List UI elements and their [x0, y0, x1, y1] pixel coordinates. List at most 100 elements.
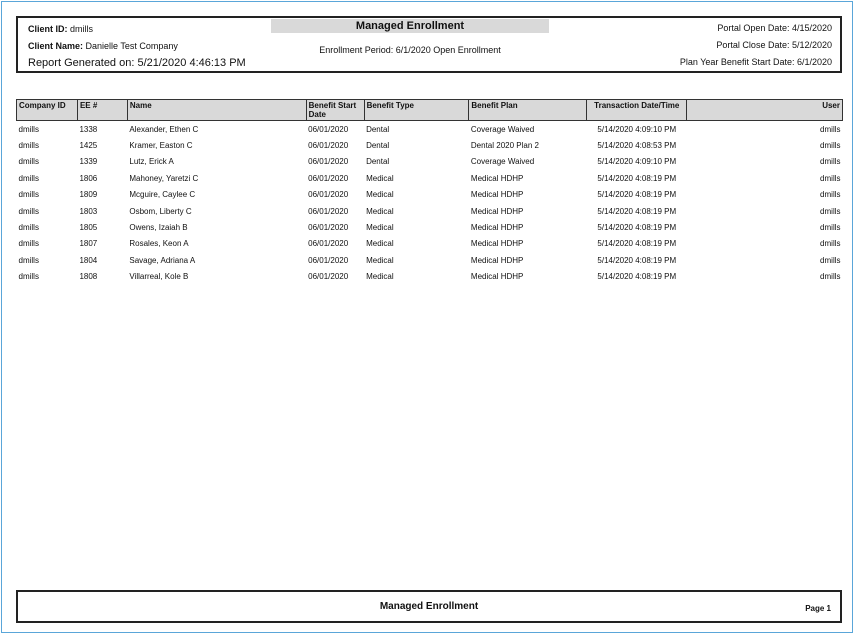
report-footer: Managed Enrollment Page 1 [16, 590, 842, 623]
cell-user: dmills [820, 173, 841, 183]
cell-company-id: dmills [18, 255, 39, 265]
cell-user: dmills [820, 272, 841, 282]
table-row: dmills 1805 Owens, Izaiah B 06/01/2020 M… [17, 219, 843, 235]
col-transaction-datetime[interactable]: Transaction Date/Time [586, 99, 688, 121]
cell-benefit-start-date: 06/01/2020 [308, 141, 349, 151]
report-page: Client ID: dmills Client Name: Danielle … [1, 1, 853, 633]
cell-name: Alexander, Ethen C [129, 124, 199, 134]
cell-user: dmills [820, 255, 841, 265]
cell-user: dmills [820, 239, 841, 249]
portal-open-date: Portal Open Date: 4/15/2020 [717, 23, 832, 33]
table-row: dmills 1808 Villarreal, Kole B 06/01/202… [17, 269, 843, 285]
cell-benefit-plan: Medical HDHP [470, 239, 524, 249]
table-row: dmills 1339 Lutz, Erick A 06/01/2020 Den… [17, 154, 843, 170]
cell-transaction-datetime: 5/14/2020 4:08:19 PM [597, 223, 677, 233]
cell-benefit-plan: Medical HDHP [470, 272, 524, 282]
table-row: dmills 1804 Savage, Adriana A 06/01/2020… [17, 252, 843, 268]
cell-transaction-datetime: 5/14/2020 4:09:10 PM [597, 157, 677, 167]
cell-name: Osbom, Liberty C [129, 206, 192, 216]
cell-ee-number: 1803 [79, 206, 98, 216]
cell-company-id: dmills [18, 206, 39, 216]
cell-benefit-start-date: 06/01/2020 [308, 272, 349, 282]
enrollment-table: Company ID EE # Name Benefit Start Date … [16, 99, 843, 285]
cell-benefit-start-date: 06/01/2020 [308, 173, 349, 183]
cell-benefit-type: Dental [366, 141, 390, 151]
cell-benefit-start-date: 06/01/2020 [308, 124, 349, 134]
cell-ee-number: 1806 [79, 173, 98, 183]
cell-benefit-plan: Medical HDHP [470, 173, 524, 183]
col-benefit-plan[interactable]: Benefit Plan [468, 99, 588, 121]
cell-benefit-plan: Coverage Waived [470, 157, 535, 167]
cell-transaction-datetime: 5/14/2020 4:09:10 PM [597, 124, 677, 134]
cell-benefit-plan: Coverage Waived [470, 124, 535, 134]
col-company-id[interactable]: Company ID [16, 99, 78, 121]
report-title: Managed Enrollment [271, 19, 549, 33]
cell-name: Rosales, Keon A [129, 239, 189, 249]
cell-benefit-type: Medical [366, 206, 394, 216]
cell-company-id: dmills [18, 141, 39, 151]
cell-ee-number: 1425 [79, 141, 98, 151]
cell-company-id: dmills [18, 173, 39, 183]
col-name[interactable]: Name [126, 99, 307, 121]
plan-year-start-date: Plan Year Benefit Start Date: 6/1/2020 [679, 57, 832, 67]
cell-transaction-datetime: 5/14/2020 4:08:19 PM [597, 255, 677, 265]
cell-name: Mahoney, Yaretzi C [129, 173, 199, 183]
cell-user: dmills [820, 223, 841, 233]
client-id-label: Client ID: [28, 24, 68, 34]
table-row: dmills 1425 Kramer, Easton C 06/01/2020 … [17, 137, 843, 153]
cell-user: dmills [820, 124, 841, 134]
cell-company-id: dmills [18, 124, 39, 134]
cell-ee-number: 1805 [79, 223, 98, 233]
cell-benefit-plan: Medical HDHP [470, 255, 524, 265]
page-number: Page 1 [805, 604, 831, 613]
cell-benefit-type: Dental [366, 157, 390, 167]
cell-benefit-plan: Medical HDHP [470, 190, 524, 200]
cell-benefit-type: Medical [366, 272, 394, 282]
cell-name: Lutz, Erick A [129, 157, 174, 167]
cell-benefit-start-date: 06/01/2020 [308, 190, 349, 200]
cell-name: Kramer, Easton C [129, 141, 193, 151]
enrollment-period: Enrollment Period: 6/1/2020 Open Enrollm… [319, 45, 501, 55]
cell-benefit-start-date: 06/01/2020 [308, 239, 349, 249]
portal-close-date: Portal Close Date: 5/12/2020 [716, 40, 832, 50]
col-benefit-type[interactable]: Benefit Type [363, 99, 470, 121]
cell-benefit-start-date: 06/01/2020 [308, 223, 349, 233]
cell-company-id: dmills [18, 190, 39, 200]
cell-company-id: dmills [18, 272, 39, 282]
footer-title: Managed Enrollment [379, 601, 479, 612]
table-row: dmills 1809 Mcguire, Caylee C 06/01/2020… [17, 187, 843, 203]
cell-benefit-plan: Dental 2020 Plan 2 [470, 141, 539, 151]
client-id-value: dmills [70, 24, 94, 34]
cell-benefit-type: Medical [366, 223, 394, 233]
cell-ee-number: 1809 [79, 190, 98, 200]
cell-transaction-datetime: 5/14/2020 4:08:19 PM [597, 206, 677, 216]
cell-transaction-datetime: 5/14/2020 4:08:19 PM [597, 190, 677, 200]
cell-transaction-datetime: 5/14/2020 4:08:19 PM [597, 173, 677, 183]
cell-name: Owens, Izaiah B [129, 223, 188, 233]
client-id: Client ID: dmills [28, 24, 93, 34]
cell-ee-number: 1807 [79, 239, 98, 249]
col-benefit-start-date[interactable]: Benefit Start Date [305, 99, 365, 121]
cell-ee-number: 1808 [79, 272, 98, 282]
cell-user: dmills [820, 190, 841, 200]
cell-benefit-type: Dental [366, 124, 390, 134]
col-user[interactable]: User [686, 99, 843, 121]
cell-company-id: dmills [18, 239, 39, 249]
cell-benefit-plan: Medical HDHP [470, 206, 524, 216]
cell-name: Savage, Adriana A [129, 255, 196, 265]
col-ee-number[interactable]: EE # [76, 99, 128, 121]
cell-ee-number: 1804 [79, 255, 98, 265]
cell-benefit-start-date: 06/01/2020 [308, 255, 349, 265]
cell-ee-number: 1339 [79, 157, 98, 167]
cell-user: dmills [820, 206, 841, 216]
table-header-row: Company ID EE # Name Benefit Start Date … [16, 99, 843, 121]
cell-transaction-datetime: 5/14/2020 4:08:19 PM [597, 239, 677, 249]
cell-company-id: dmills [18, 223, 39, 233]
cell-company-id: dmills [18, 157, 39, 167]
report-header: Client ID: dmills Client Name: Danielle … [16, 16, 842, 73]
cell-name: Mcguire, Caylee C [129, 190, 196, 200]
client-name-value: Danielle Test Company [85, 41, 178, 51]
table-row: dmills 1803 Osbom, Liberty C 06/01/2020 … [17, 203, 843, 219]
client-name-label: Client Name: [28, 41, 84, 51]
table-row: dmills 1806 Mahoney, Yaretzi C 06/01/202… [17, 170, 843, 186]
